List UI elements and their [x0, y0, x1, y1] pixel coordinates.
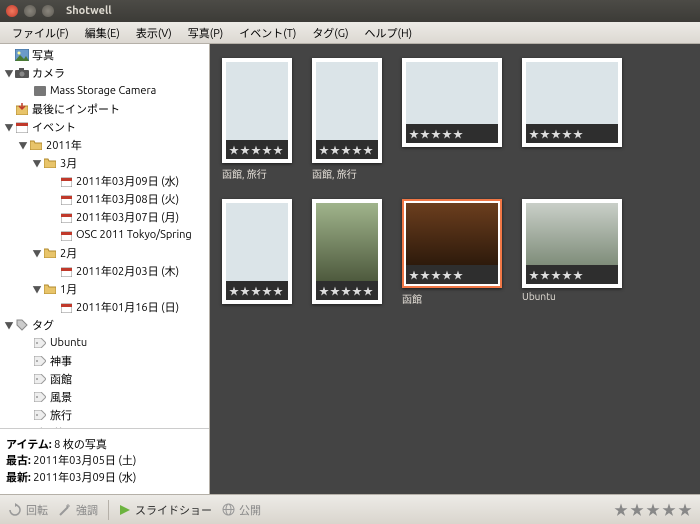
photos-icon: [14, 49, 30, 61]
thumbnail[interactable]: ★★★★★函館, 旅行: [222, 58, 292, 179]
thumbnail-caption: 函館, 旅行: [312, 166, 382, 179]
menu-photo[interactable]: 写真(P): [182, 23, 230, 43]
thumbnail[interactable]: ★★★★★: [402, 58, 502, 179]
sidebar-item-date-0203[interactable]: 2011年02月03日 (木): [0, 262, 209, 280]
tags-icon: [14, 319, 30, 331]
slideshow-button[interactable]: スライドショー: [119, 502, 212, 518]
menu-edit[interactable]: 編集(E): [79, 23, 126, 43]
rotate-icon: [8, 503, 22, 517]
star-icon[interactable]: ★: [630, 500, 644, 520]
storage-icon: [32, 86, 48, 96]
sidebar-item-tag-travel[interactable]: 旅行: [0, 406, 209, 424]
menu-event[interactable]: イベント(T): [233, 23, 302, 43]
info-items-label: アイテム:: [6, 439, 52, 451]
tag-icon: [32, 338, 48, 348]
thumbnail[interactable]: ★★★★★函館, 旅行: [312, 58, 382, 179]
rotate-button[interactable]: 回転: [8, 502, 48, 518]
folder-icon: [42, 248, 58, 258]
sidebar-item-event-osc[interactable]: OSC 2011 Tokyo/Spring: [0, 226, 209, 244]
menubar: ファイル(F) 編集(E) 表示(V) 写真(P) イベント(T) タグ(G) …: [0, 22, 700, 44]
play-icon: [119, 504, 131, 516]
menu-help[interactable]: ヘルプ(H): [359, 23, 419, 43]
calendar-icon: [58, 266, 74, 277]
thumbnail-caption: 函館, 旅行: [222, 166, 292, 179]
enhance-button[interactable]: 強調: [58, 502, 98, 518]
thumbnail-caption: 函館: [402, 291, 502, 304]
sidebar-item-last-import[interactable]: 最後にインポート: [0, 100, 209, 118]
sidebar-item-year-2011[interactable]: ▼2011年: [0, 136, 209, 154]
sidebar-item-tag-scenery[interactable]: 風景: [0, 388, 209, 406]
folder-icon: [42, 284, 58, 294]
folder-icon: [28, 140, 44, 150]
sidebar-item-month-1[interactable]: ▼1月: [0, 280, 209, 298]
thumbnail[interactable]: ★★★★★: [222, 199, 292, 320]
calendar-icon: [58, 194, 74, 205]
info-oldest-value: 2011年03月05日 (土): [33, 455, 136, 467]
sidebar-item-tags[interactable]: ▼タグ: [0, 316, 209, 334]
sidebar-item-month-3[interactable]: ▼3月: [0, 154, 209, 172]
thumbnail[interactable]: ★★★★★: [312, 199, 382, 320]
star-icon[interactable]: ★: [662, 500, 676, 520]
calendar-icon: [58, 302, 74, 313]
sidebar-item-tag-shinji[interactable]: 神事: [0, 352, 209, 370]
sidebar-item-date-0307[interactable]: 2011年03月07日 (月): [0, 208, 209, 226]
sidebar-tree: 写真 ▼カメラ Mass Storage Camera 最後にインポート ▼イベ…: [0, 44, 209, 428]
star-icon[interactable]: ★: [678, 500, 692, 520]
info-newest-value: 2011年03月09日 (水): [33, 472, 136, 484]
thumbnail-caption: [312, 307, 382, 320]
window-minimize-button[interactable]: [24, 5, 36, 17]
tag-icon: [32, 356, 48, 366]
info-oldest-label: 最古:: [6, 455, 31, 467]
thumbnail[interactable]: ★★★★★函館: [402, 199, 502, 320]
photo-grid: ★★★★★函館, 旅行 ★★★★★函館, 旅行 ★★★★★ ★★★★★ ★★★★…: [210, 44, 700, 494]
sidebar-item-date-0308[interactable]: 2011年03月08日 (火): [0, 190, 209, 208]
star-icon[interactable]: ★: [646, 500, 660, 520]
window-title: Shotwell: [66, 5, 112, 17]
menu-view[interactable]: 表示(V): [130, 23, 178, 43]
info-panel: アイテム: 8 枚の写真 最古: 2011年03月05日 (土) 最新: 201…: [0, 428, 209, 495]
thumbnail-caption: [222, 307, 292, 320]
publish-button[interactable]: 公開: [222, 502, 261, 518]
star-icon[interactable]: ★: [614, 500, 628, 520]
thumbnail-caption: [402, 150, 502, 163]
titlebar: Shotwell: [0, 0, 700, 22]
camera-icon: [14, 68, 30, 78]
tag-icon: [32, 392, 48, 402]
info-newest-label: 最新:: [6, 472, 31, 484]
wand-icon: [58, 503, 72, 517]
window-maximize-button[interactable]: [42, 5, 54, 17]
sidebar-item-date-0309[interactable]: 2011年03月09日 (水): [0, 172, 209, 190]
sidebar-item-cameras[interactable]: ▼カメラ: [0, 64, 209, 82]
thumbnail[interactable]: ★★★★★: [522, 58, 622, 179]
thumbnail-caption: [522, 150, 622, 163]
folder-icon: [42, 158, 58, 168]
thumbnail[interactable]: ★★★★★Ubuntu: [522, 199, 622, 320]
window-close-button[interactable]: [6, 5, 18, 17]
globe-icon: [222, 503, 235, 516]
sidebar-item-date-0116[interactable]: 2011年01月16日 (日): [0, 298, 209, 316]
calendar-icon: [58, 176, 74, 187]
bottom-toolbar: 回転 強調 スライドショー 公開 ★★★★★: [0, 494, 700, 524]
events-icon: [14, 121, 30, 133]
thumbnail-caption: Ubuntu: [522, 291, 622, 304]
calendar-icon: [58, 212, 74, 223]
info-items-value: 8 枚の写真: [54, 439, 107, 451]
sidebar-item-tag-ubuntu[interactable]: Ubuntu: [0, 334, 209, 352]
sidebar-item-photos[interactable]: 写真: [0, 46, 209, 64]
import-icon: [14, 103, 30, 115]
sidebar-item-camera-device[interactable]: Mass Storage Camera: [0, 82, 209, 100]
sidebar-item-events[interactable]: ▼イベント: [0, 118, 209, 136]
tag-icon: [32, 410, 48, 420]
sidebar-item-month-2[interactable]: ▼2月: [0, 244, 209, 262]
calendar-icon: [58, 230, 74, 241]
sidebar-item-tag-hakodate[interactable]: 函館: [0, 370, 209, 388]
tag-icon: [32, 374, 48, 384]
menu-file[interactable]: ファイル(F): [6, 23, 75, 43]
rating-filter[interactable]: ★★★★★: [614, 500, 692, 520]
menu-tag[interactable]: タグ(G): [306, 23, 354, 43]
sidebar: 写真 ▼カメラ Mass Storage Camera 最後にインポート ▼イベ…: [0, 44, 210, 494]
